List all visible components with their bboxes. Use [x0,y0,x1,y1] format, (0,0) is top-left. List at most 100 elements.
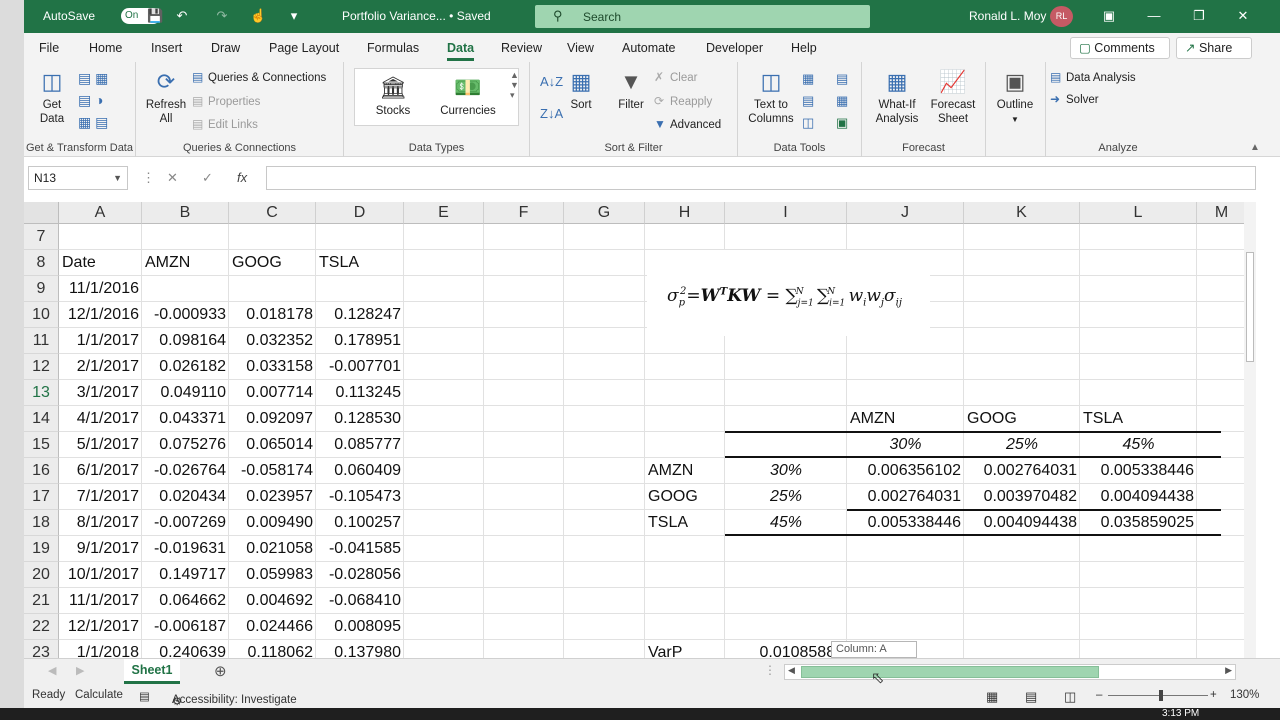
date-cell[interactable]: 3/1/2017 [59,380,142,406]
menu-view[interactable]: View [567,41,594,55]
avatar[interactable]: RL [1050,6,1073,27]
what-if-analysis-button[interactable]: ▦ What-If Analysis [870,68,924,126]
undo-icon[interactable]: ↶ [174,8,190,24]
column-header-f[interactable]: F [484,202,564,224]
cancel-icon[interactable]: ✕ [167,170,178,186]
return-cell[interactable]: 0.008095 [316,614,404,640]
return-cell[interactable]: 0.021058 [229,536,316,562]
refresh-all-button[interactable]: ⟳ Refresh All [144,68,188,126]
edit-links-button[interactable]: ▤ Edit Links [192,117,258,131]
return-cell[interactable]: 0.007714 [229,380,316,406]
insert-function-icon[interactable]: fx [237,170,247,185]
matrix-col-header[interactable]: GOOG [964,406,1080,432]
covariance-cell[interactable]: 0.005338446 [847,510,964,536]
matrix-col-weight[interactable]: 30% [847,432,964,458]
return-cell[interactable]: 0.049110 [142,380,229,406]
zoom-slider-thumb[interactable] [1159,690,1163,701]
table-header-amzn[interactable]: AMZN [142,250,229,276]
return-cell[interactable]: 0.033158 [229,354,316,380]
varp-label[interactable]: VarP [645,640,725,658]
share-button[interactable]: ↗ Share [1176,37,1252,59]
search-box[interactable]: ⚲ Search [535,5,870,28]
return-cell[interactable]: 0.098164 [142,328,229,354]
return-cell[interactable]: 0.100257 [316,510,404,536]
from-web-icon[interactable]: ▤ ◑ [78,92,104,109]
return-cell[interactable]: 0.059983 [229,562,316,588]
return-cell[interactable]: 0.032352 [229,328,316,354]
date-cell[interactable]: 12/1/2016 [59,302,142,328]
enter-icon[interactable]: ✓ [202,170,213,186]
row-header-15[interactable]: 15 [24,432,59,458]
date-cell[interactable]: 11/1/2017 [59,588,142,614]
row-header-8[interactable]: 8 [24,250,59,276]
menu-page-layout[interactable]: Page Layout [269,41,339,55]
row-header-21[interactable]: 21 [24,588,59,614]
row-header-10[interactable]: 10 [24,302,59,328]
scroll-right-icon[interactable]: ▶ [1225,665,1232,676]
varp-value[interactable]: 0.01085889 [725,640,847,658]
menu-formulas[interactable]: Formulas [367,41,419,55]
return-cell[interactable]: 0.060409 [316,458,404,484]
status-calculate[interactable]: Calculate [75,689,123,701]
column-header-h[interactable]: H [645,202,725,224]
matrix-row-weight[interactable]: 45% [725,510,847,536]
return-cell[interactable]: 0.043371 [142,406,229,432]
date-cell[interactable]: 8/1/2017 [59,510,142,536]
row-header-17[interactable]: 17 [24,484,59,510]
return-cell[interactable] [316,276,404,302]
row-header-12[interactable]: 12 [24,354,59,380]
data-tools-icons[interactable]: ▦ ▤ ◫ [802,68,814,134]
return-cell[interactable]: -0.007701 [316,354,404,380]
horizontal-scrollbar[interactable]: ◀ ▶ [784,664,1236,680]
return-cell[interactable]: 0.024466 [229,614,316,640]
forecast-sheet-button[interactable]: 📈 Forecast Sheet [928,68,978,126]
return-cell[interactable]: 0.137980 [316,640,404,658]
return-cell[interactable]: 0.240639 [142,640,229,658]
return-cell[interactable]: 0.026182 [142,354,229,380]
advanced-button[interactable]: ▼ Advanced [654,117,721,131]
return-cell[interactable]: 0.128530 [316,406,404,432]
row-header-9[interactable]: 9 [24,276,59,302]
ribbon-display-icon[interactable]: ▣ [1098,6,1120,26]
minimize-icon[interactable]: — [1143,6,1165,26]
covariance-cell[interactable]: 0.006356102 [847,458,964,484]
vertical-scroll-thumb[interactable] [1246,252,1254,362]
return-cell[interactable]: 0.009490 [229,510,316,536]
date-cell[interactable]: 2/1/2017 [59,354,142,380]
scroll-left-icon[interactable]: ◀ [788,665,795,676]
gallery-scroll-icon[interactable]: ▲ ▼ ▾ [510,70,519,101]
menu-review[interactable]: Review [501,41,542,55]
currencies-button[interactable]: 💵 Currencies [438,74,498,118]
column-header-a[interactable]: A [59,202,142,224]
return-cell[interactable]: -0.000933 [142,302,229,328]
date-cell[interactable]: 1/1/2018 [59,640,142,658]
row-header-22[interactable]: 22 [24,614,59,640]
return-cell[interactable]: -0.068410 [316,588,404,614]
name-box[interactable]: N13 ▼ [28,166,128,190]
matrix-row-weight[interactable]: 25% [725,484,847,510]
zoom-in-icon[interactable]: + [1210,689,1217,701]
row-header-11[interactable]: 11 [24,328,59,354]
date-cell[interactable]: 11/1/2016 [59,276,142,302]
matrix-col-header[interactable]: AMZN [847,406,964,432]
menu-automate[interactable]: Automate [622,41,676,55]
row-header-16[interactable]: 16 [24,458,59,484]
return-cell[interactable]: -0.006187 [142,614,229,640]
vertical-scrollbar[interactable] [1244,202,1256,658]
formula-input[interactable] [266,166,1256,190]
return-cell[interactable]: 0.092097 [229,406,316,432]
return-cell[interactable]: -0.007269 [142,510,229,536]
select-all-corner[interactable] [24,202,59,224]
menu-data[interactable]: Data [447,41,475,61]
close-icon[interactable]: ✕ [1232,6,1254,26]
sheet-tab-sheet1[interactable]: Sheet1 [124,659,180,684]
save-icon[interactable]: 💾 [147,8,163,24]
table-header-tsla[interactable]: TSLA [316,250,404,276]
covariance-cell[interactable]: 0.003970482 [964,484,1080,510]
zoom-slider[interactable] [1108,695,1208,696]
return-cell[interactable]: 0.065014 [229,432,316,458]
restore-icon[interactable]: ❐ [1188,6,1210,26]
table-header-date[interactable]: Date [59,250,142,276]
row-header-23[interactable]: 23 [24,640,59,658]
covariance-cell[interactable]: 0.002764031 [964,458,1080,484]
